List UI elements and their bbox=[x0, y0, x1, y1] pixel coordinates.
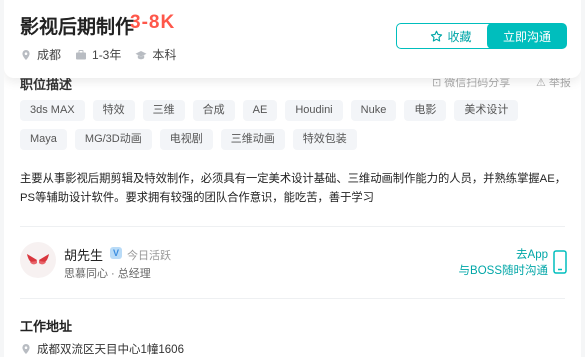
share-icon: ⊡ bbox=[432, 77, 445, 89]
skill-tag: MG/3D动画 bbox=[74, 129, 152, 150]
chat-now-button[interactable]: 立即沟通 bbox=[487, 23, 567, 49]
job-detail-card: 职位描述 ⊡ 微信扫码分享 ⚠ 举报 影视后期制作 3-8K 成都 1-3年 本… bbox=[4, 0, 581, 357]
skill-tag: 三维动画 bbox=[220, 129, 285, 150]
report-label: 举报 bbox=[548, 77, 571, 89]
job-header: 影视后期制作 3-8K 成都 1-3年 本科 收藏 立即沟通 bbox=[4, 0, 581, 78]
star-icon bbox=[431, 30, 443, 42]
experience-label: 1-3年 bbox=[92, 48, 122, 62]
job-title: 影视后期制作 bbox=[20, 17, 135, 38]
recruiter-company-title: 思慕同心 · 总经理 bbox=[64, 268, 151, 280]
skill-tag: 美术设计 bbox=[454, 100, 519, 121]
report-icon: ⚠ bbox=[536, 77, 549, 89]
divider bbox=[20, 298, 565, 299]
open-app-link[interactable]: 去App 与BOSS随时沟通 bbox=[456, 247, 548, 279]
skill-tag: Houdini bbox=[285, 100, 343, 121]
experience-item: 1-3年 bbox=[75, 46, 121, 63]
skill-tag: AE bbox=[242, 100, 278, 121]
verified-icon: V bbox=[110, 247, 122, 259]
skill-tag: 电影 bbox=[404, 100, 447, 121]
salary: 3-8K bbox=[130, 12, 176, 33]
active-status: 今日活跃 bbox=[127, 250, 171, 262]
education-item: 本科 bbox=[135, 46, 176, 63]
skill-tag: 电视剧 bbox=[159, 129, 213, 150]
briefcase-icon bbox=[76, 49, 87, 59]
divider bbox=[20, 226, 565, 227]
education-label: 本科 bbox=[152, 48, 177, 62]
job-description: 主要从事影视后期剪辑及特效制作，必须具有一定美术设计基础、三维动画制作能力的人员… bbox=[20, 173, 567, 204]
skill-tag: 特效 bbox=[92, 100, 135, 121]
skill-tag: Maya bbox=[20, 129, 67, 150]
graduation-cap-icon bbox=[135, 50, 147, 59]
skill-tag: 3ds MAX bbox=[20, 100, 85, 121]
recruiter-name: 胡先生 bbox=[64, 248, 104, 263]
address-line[interactable]: 成都双流区天目中心1幢1606 bbox=[20, 341, 184, 357]
wechat-share-label: 微信扫码分享 bbox=[444, 77, 511, 89]
location-icon bbox=[22, 344, 30, 354]
skill-tag: Nuke bbox=[350, 100, 397, 121]
app-link-line2: 与BOSS随时沟通 bbox=[458, 265, 548, 277]
skill-tag: 三维 bbox=[142, 100, 185, 121]
city-item: 成都 bbox=[20, 46, 61, 63]
job-meta: 成都 1-3年 本科 bbox=[20, 46, 190, 63]
skill-tag: 合成 bbox=[192, 100, 235, 121]
skill-tag: 特效包装 bbox=[292, 129, 357, 150]
address-title: 工作地址 bbox=[20, 319, 73, 334]
location-icon bbox=[22, 49, 30, 60]
favorite-label: 收藏 bbox=[447, 29, 472, 44]
city-label: 成都 bbox=[37, 48, 62, 62]
address-text: 成都双流区天目中心1幢1606 bbox=[37, 344, 184, 356]
skill-tags: 3ds MAX 特效 三维 合成 AE Houdini Nuke 电影 美术设计 Maya MG/3… bbox=[20, 100, 550, 150]
phone-icon[interactable] bbox=[553, 250, 567, 274]
company-logo-icon bbox=[27, 254, 49, 265]
avatar[interactable] bbox=[20, 242, 56, 278]
app-link-line1: 去App bbox=[516, 249, 548, 261]
